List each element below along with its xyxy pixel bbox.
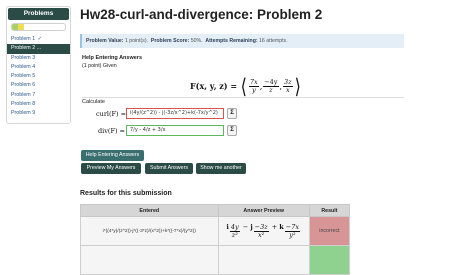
attempts-label: Attempts Remaining: <box>205 38 258 44</box>
sidebar-item-label: Problem 7 <box>11 91 36 98</box>
sidebar-item-label: Problem 2 <box>11 45 36 52</box>
div-answer-input[interactable]: 7/y - 4/z + 3/x <box>126 125 224 136</box>
sidebar-item-label: Problem 5 <box>11 73 36 80</box>
given-text: (1 point) Given <box>82 63 117 69</box>
problem-value: 1 point(s). <box>124 38 149 44</box>
help-entering-answers-button[interactable]: Help Entering Answers <box>81 150 144 161</box>
sidebar-item-problem-4[interactable]: Problem 4 <box>7 63 70 72</box>
attempts-remaining: 16 attempts. <box>259 38 288 44</box>
page-title: Hw28-curl-and-divergence: Problem 2 <box>80 7 323 22</box>
equation-editor-button[interactable]: Σ <box>227 125 237 136</box>
vector-field-formula: F(x, y, z) = ⟨ 7x y, −4y z, 3z x ⟩ <box>190 73 301 99</box>
column-header-preview: Answer Preview <box>217 204 310 217</box>
column-header-result: Result <box>308 204 351 217</box>
sidebar-item-label: Problem 9 <box>11 110 36 117</box>
progress-partial <box>17 24 24 30</box>
answer-preview-cell <box>217 245 310 275</box>
results-title: Results for this submission <box>80 190 172 197</box>
curl-label: curl(F) = <box>96 110 127 118</box>
sidebar-item-label: Problem 8 <box>11 101 36 108</box>
problem-score-label: Problem Score: <box>150 38 190 44</box>
problem-info-bar: Problem Value: 1 point(s). Problem Score… <box>80 34 404 48</box>
show-another-button[interactable]: Show me another <box>196 163 246 174</box>
table-row <box>80 245 351 275</box>
help-entering-answers-link[interactable]: Help Entering Answers <box>82 55 142 61</box>
frac-1: 7x y <box>248 77 259 94</box>
frac-2: −4y z <box>263 77 279 94</box>
equation-editor-button[interactable]: Σ <box>227 108 237 119</box>
column-header-entered: Entered <box>80 204 219 217</box>
sidebar-item-label: Problem 4 <box>11 63 36 70</box>
current-marker: ... <box>36 45 42 52</box>
preview-answers-button[interactable]: Preview My Answers <box>81 163 141 174</box>
sidebar-item-problem-2[interactable]: Problem 2 ... <box>7 44 70 54</box>
div-label: div(F) = <box>98 127 126 135</box>
calculate-label: Calculate <box>82 99 105 105</box>
sidebar-item-problem-3[interactable]: Problem 3 <box>7 54 70 63</box>
answer-preview-cell: i 4y z² − j −3z x² + k −7x y² <box>217 216 310 246</box>
entered-cell <box>80 245 219 275</box>
sidebar-item-problem-8[interactable]: Problem 8 <box>7 100 70 109</box>
sidebar-item-problem-6[interactable]: Problem 6 <box>7 81 70 90</box>
problem-list: Problem 1 ✓ Problem 2 ... Problem 3 Prob… <box>7 35 70 119</box>
results-table: Entered Answer Preview Result i*((4*y)/(… <box>80 204 351 275</box>
sidebar-header: Problems <box>8 8 69 20</box>
table-row: i*((4*y)/(z^2))-j*((-3*z)/(x^2))+k*((-7*… <box>80 216 351 246</box>
problem-value-label: Problem Value: <box>86 38 124 44</box>
sidebar-item-problem-9[interactable]: Problem 9 <box>7 109 70 118</box>
divider <box>82 97 404 98</box>
sidebar-item-problem-7[interactable]: Problem 7 <box>7 91 70 100</box>
problems-sidebar: Problems Problem 1 ✓ Problem 2 ... Probl… <box>6 6 71 124</box>
result-cell <box>308 245 351 275</box>
right-angle: ⟩ <box>294 73 301 99</box>
sidebar-item-problem-5[interactable]: Problem 5 <box>7 72 70 81</box>
result-cell: incorrect <box>308 216 351 246</box>
sidebar-item-label: Problem 6 <box>11 82 36 89</box>
left-angle: ⟨ <box>240 73 247 99</box>
formula-lhs: F(x, y, z) = <box>190 81 238 91</box>
sidebar-item-label: Problem 1 <box>11 36 36 42</box>
sidebar-item-label: Problem 3 <box>11 54 36 61</box>
check-icon: ✓ <box>37 36 43 42</box>
progress-bar <box>11 23 66 31</box>
curl-answer-input[interactable]: i(4y/(z^2)) - j(-3z/x^2)+k(-7x/y^2) <box>126 108 224 119</box>
submit-answers-button[interactable]: Submit Answers <box>145 163 193 174</box>
problem-score: 50%. <box>190 38 203 44</box>
entered-cell: i*((4*y)/(z^2))-j*((-3*z)/(x^2))+k*((-7*… <box>80 216 219 246</box>
frac-3: 3z x <box>283 77 293 94</box>
sidebar-item-problem-1[interactable]: Problem 1 ✓ <box>7 35 70 44</box>
